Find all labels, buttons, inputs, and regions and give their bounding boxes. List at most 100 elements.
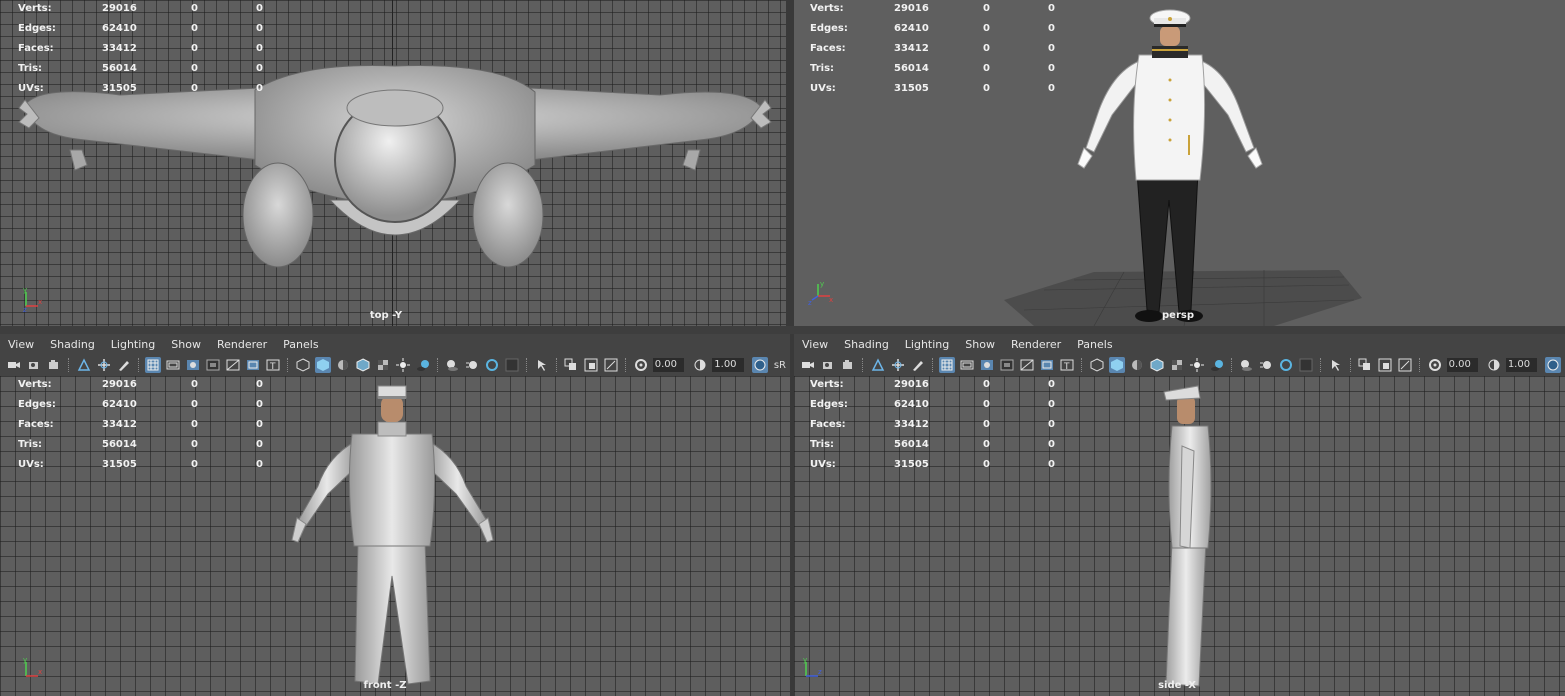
bookmarks-icon[interactable] [840,357,856,373]
menu-shading[interactable]: Shading [844,338,889,351]
film-gate-icon[interactable] [165,357,181,373]
bookmarks-icon[interactable] [46,357,62,373]
menu-panels[interactable]: Panels [1077,338,1112,351]
wireframe-icon[interactable] [1089,357,1105,373]
separator [625,358,628,372]
depth-of-field-icon[interactable] [1298,357,1314,373]
xray-active-components-icon[interactable] [1377,357,1393,373]
safe-action-icon[interactable] [245,357,261,373]
gate-mask-icon[interactable] [205,357,221,373]
field-chart-icon[interactable] [1019,357,1035,373]
panel-toolbar-front: View Shading Lighting Show Renderer Pane… [0,334,786,376]
image-plane-icon[interactable] [76,357,92,373]
exposure-field[interactable]: 0.00 [652,358,685,372]
color-management-icon[interactable] [751,357,768,373]
grid-icon[interactable] [145,357,162,373]
svg-text:x: x [38,668,42,676]
menu-renderer[interactable]: Renderer [217,338,267,351]
use-all-lights-icon[interactable] [395,357,411,373]
gate-mask-icon[interactable] [999,357,1015,373]
gamma-field[interactable]: 1.00 [712,358,744,372]
camera-label-top: top -Y [369,310,403,321]
viewport-top[interactable]: Verts: 29016 0 0 Edges: 62410 0 0 Faces: 33412 0… [0,0,786,326]
gamma-icon[interactable] [692,357,708,373]
xray-icon[interactable] [563,357,579,373]
menu-lighting[interactable]: Lighting [111,338,155,351]
exposure-field[interactable]: 0.00 [1446,358,1478,372]
separator [862,358,865,372]
smooth-shade-icon[interactable] [1108,357,1125,373]
anti-aliasing-icon[interactable] [1278,357,1294,373]
use-default-material-icon[interactable] [1129,357,1145,373]
shadows-icon[interactable] [1209,357,1225,373]
motion-blur-icon[interactable] [1258,357,1274,373]
isolate-select-icon[interactable] [1328,357,1344,373]
wireframe-icon[interactable] [295,357,311,373]
field-chart-icon[interactable] [225,357,241,373]
viewport-divider[interactable] [786,0,794,326]
safe-action-icon[interactable] [1039,357,1055,373]
menu-lighting[interactable]: Lighting [905,338,949,351]
select-camera-icon[interactable] [800,357,816,373]
xray-joints-icon[interactable] [603,357,619,373]
axis-gizmo: y x z [23,286,42,312]
smooth-shade-icon[interactable] [314,357,331,373]
separator [1081,358,1084,372]
gamma-icon[interactable] [1486,357,1502,373]
menu-shading[interactable]: Shading [50,338,95,351]
film-gate-icon[interactable] [959,357,975,373]
xray-active-components-icon[interactable] [583,357,599,373]
isolate-select-icon[interactable] [534,357,550,373]
svg-text:z: z [818,668,822,676]
resolution-gate-icon[interactable] [185,357,201,373]
color-management-icon[interactable] [1545,357,1562,373]
viewport-side[interactable]: Verts: 29016 0 0 Edges: 62410 0 0 Faces: 33412 0… [794,376,1565,696]
grid-icon[interactable] [939,357,956,373]
camera-attributes-icon[interactable] [820,357,836,373]
motion-blur-icon[interactable] [464,357,480,373]
resolution-gate-icon[interactable] [979,357,995,373]
panel-toolbar-side: View Shading Lighting Show Renderer Pane… [794,334,1565,376]
use-default-material-icon[interactable] [335,357,351,373]
grease-pencil-icon[interactable] [910,357,926,373]
menu-view[interactable]: View [8,338,34,351]
svg-text:z: z [23,306,27,312]
depth-of-field-icon[interactable] [504,357,520,373]
exposure-icon[interactable] [1427,357,1443,373]
menu-show[interactable]: Show [965,338,995,351]
safe-title-icon[interactable]: T [1059,357,1075,373]
image-plane-icon[interactable] [870,357,886,373]
separator [436,358,440,372]
xray-icon[interactable] [1357,357,1373,373]
screen-space-ao-icon[interactable] [1238,357,1254,373]
wireframe-on-shaded-icon[interactable] [1149,357,1165,373]
xray-joints-icon[interactable] [1397,357,1413,373]
safe-title-icon[interactable]: T [265,357,281,373]
panel-menu-bar: View Shading Lighting Show Renderer Pane… [794,334,1565,354]
separator [1230,358,1234,372]
grease-pencil-icon[interactable] [116,357,132,373]
gamma-field[interactable]: 1.00 [1505,358,1538,372]
menu-view[interactable]: View [802,338,828,351]
textured-icon[interactable] [1169,357,1185,373]
shadows-icon[interactable] [415,357,431,373]
anti-aliasing-icon[interactable] [484,357,500,373]
use-all-lights-icon[interactable] [1189,357,1205,373]
two-d-pan-zoom-icon[interactable] [890,357,906,373]
exposure-icon[interactable] [633,357,649,373]
viewport-divider-h[interactable] [0,326,1565,334]
textured-icon[interactable] [375,357,391,373]
view-transform-label[interactable]: sR [774,360,786,371]
panel-icon-bar: T 0.00 1.00 [794,354,1565,376]
viewport-persp[interactable]: Verts: 29016 0 0 Edges: 62410 0 0 Faces: 33412 0… [794,0,1565,326]
wireframe-on-shaded-icon[interactable] [355,357,371,373]
two-d-pan-zoom-icon[interactable] [96,357,112,373]
select-camera-icon[interactable] [6,357,22,373]
menu-show[interactable]: Show [171,338,201,351]
screen-space-ao-icon[interactable] [444,357,460,373]
menu-renderer[interactable]: Renderer [1011,338,1061,351]
svg-text:y: y [803,656,807,664]
menu-panels[interactable]: Panels [283,338,318,351]
camera-attributes-icon[interactable] [26,357,42,373]
viewport-front[interactable]: Verts: 29016 0 0 Edges: 62410 0 0 Faces: 33412 0… [0,376,790,696]
